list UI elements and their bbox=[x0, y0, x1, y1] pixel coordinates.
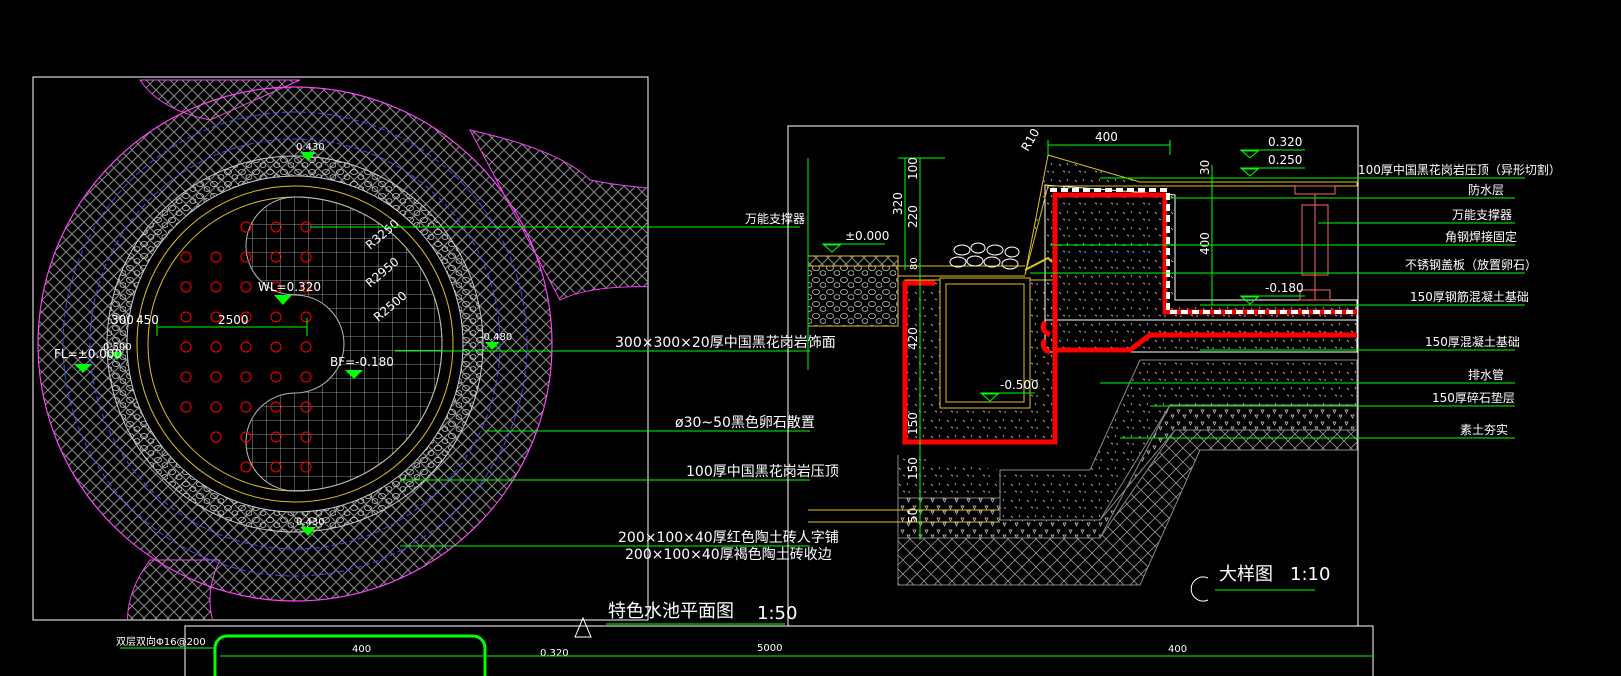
plan-callout-4: 100厚中国黑花岗岩压顶 bbox=[686, 464, 839, 480]
plan-wl-elev: WL=0.320 bbox=[258, 280, 321, 294]
detail-dim-420: 420 bbox=[906, 327, 920, 350]
plan-dim-450: 450 bbox=[136, 313, 159, 327]
paving-surface bbox=[807, 255, 899, 267]
detail-dim-80: 80 bbox=[909, 257, 920, 270]
plan-callout-5: 200×100×40厚红色陶土砖人字铺 bbox=[618, 529, 839, 546]
detail-dim-30: 30 bbox=[1198, 160, 1212, 175]
detail-dim-400v: 400 bbox=[1198, 232, 1212, 255]
plan-scale: 1:50 bbox=[757, 603, 797, 624]
detail-callout-8: 排水管 bbox=[1468, 367, 1504, 382]
detail-elev-m0180: -0.180 bbox=[1265, 281, 1304, 295]
detail-dim-150b: 150 bbox=[906, 457, 920, 480]
detail-view: 400 R10 320 100 220 80 420 150 150 50 30… bbox=[787, 125, 1561, 627]
plan-dim-300: 300 bbox=[111, 313, 134, 327]
detail-dim-400: 400 bbox=[1095, 130, 1118, 144]
detail-title: 大样图 bbox=[1219, 564, 1273, 585]
detail-callout-5: 不锈钢盖板（放置卵石） bbox=[1405, 257, 1537, 272]
detail-r10: R10 bbox=[1018, 126, 1042, 153]
detail-elev-000: ±0.000 bbox=[845, 229, 889, 243]
plan-bottom-elev: 0.430 bbox=[296, 517, 325, 528]
detail-callout-7: 150厚混凝土基础 bbox=[1425, 334, 1520, 349]
plan-view: 0.430 WL=0.320 BF=-0.180 -0.480 0.500 FL… bbox=[32, 76, 839, 638]
bottom-drawing-strip: 双层双向Φ16@200 400 0.320 5000 400 bbox=[116, 625, 1374, 676]
detail-scale: 1:10 bbox=[1290, 564, 1330, 585]
bottom-elev-0320: 0.320 bbox=[540, 648, 569, 659]
bottom-dim-400b: 400 bbox=[1168, 644, 1187, 655]
plan-callout-3: ø30~50黑色卵石散置 bbox=[675, 414, 815, 431]
detail-callout-2: 防水层 bbox=[1468, 182, 1504, 197]
plan-callout-6: 200×100×40厚褐色陶土砖收边 bbox=[625, 546, 832, 563]
detail-marker: C bbox=[1199, 586, 1206, 597]
cad-drawing: 0.430 WL=0.320 BF=-0.180 -0.480 0.500 FL… bbox=[32, 76, 1561, 676]
detail-elev-0320: 0.320 bbox=[1268, 135, 1302, 149]
plan-callout-1: 万能支撑器 bbox=[745, 211, 805, 226]
detail-elev-m0500: -0.500 bbox=[1000, 378, 1039, 392]
detail-callout-3: 万能支撑器 bbox=[1452, 207, 1512, 222]
detail-callout-10: 素土夯实 bbox=[1460, 422, 1508, 437]
detail-callout-4: 角钢焊接固定 bbox=[1445, 229, 1517, 244]
detail-dim-320: 320 bbox=[891, 192, 905, 215]
plan-fl-elev: FL=±0.000 bbox=[54, 347, 122, 361]
detail-dim-220: 220 bbox=[906, 205, 920, 228]
detail-dim-100: 100 bbox=[906, 157, 920, 180]
detail-callout-1: 100厚中国黑花岗岩压顶（异形切割） bbox=[1358, 162, 1561, 177]
detail-callout-9: 150厚碎石垫层 bbox=[1432, 390, 1515, 405]
bottom-dim-400a: 400 bbox=[352, 644, 371, 655]
plan-right-elev: -0.480 bbox=[480, 332, 512, 343]
plan-bf-elev: BF=-0.180 bbox=[330, 355, 394, 369]
detail-elev-0250: 0.250 bbox=[1268, 153, 1302, 167]
plan-dim-2500: 2500 bbox=[218, 313, 249, 327]
detail-dim-150a: 150 bbox=[906, 412, 920, 435]
pebbles bbox=[949, 242, 1020, 270]
bottom-rebar-label: 双层双向Φ16@200 bbox=[116, 635, 206, 648]
detail-callout-6: 150厚钢筋混凝土基础 bbox=[1410, 289, 1529, 304]
plan-top-elev: 0.430 bbox=[296, 142, 325, 153]
plan-title: 特色水池平面图 bbox=[608, 601, 734, 622]
bottom-dim-5000: 5000 bbox=[757, 643, 782, 654]
north-arrow bbox=[574, 616, 592, 638]
plan-callout-2: 300×300×20厚中国黑花岗岩饰面 bbox=[615, 335, 836, 351]
